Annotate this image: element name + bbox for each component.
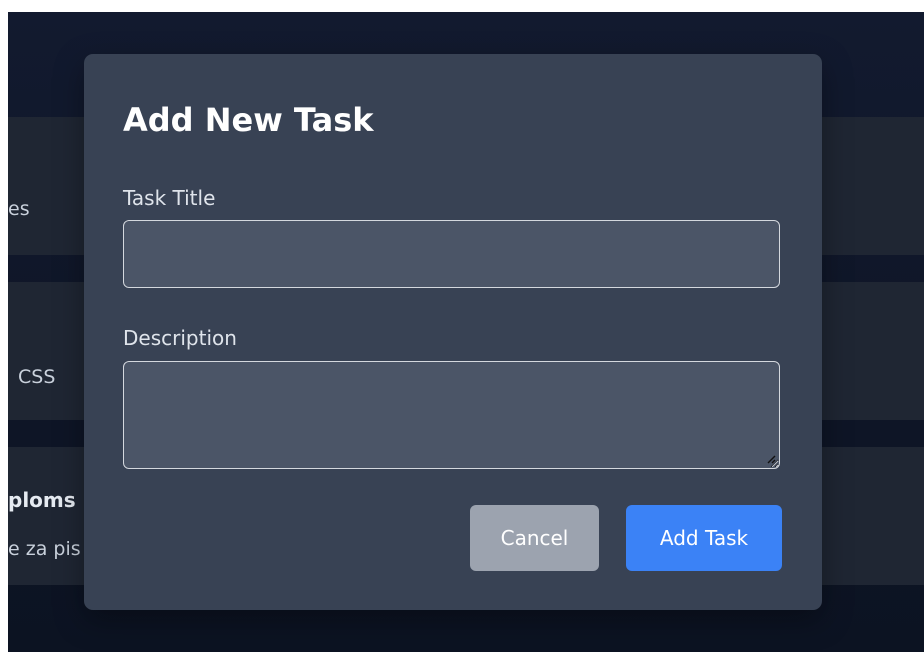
cancel-button[interactable]: Cancel [470,505,599,571]
modal-title: Add New Task [123,101,374,139]
add-task-button[interactable]: Add Task [626,505,782,571]
task-title-input[interactable] [123,220,780,288]
task-title-label: Task Title [123,186,216,210]
task-card-text: CSS [18,366,56,388]
task-card-text: e za pis [8,538,81,560]
description-label: Description [123,326,237,350]
add-task-modal: Add New Task Task Title Description Canc… [84,54,822,610]
task-card-title: ploms [8,488,76,512]
task-card-text: es [8,198,30,220]
description-textarea[interactable] [123,361,780,469]
